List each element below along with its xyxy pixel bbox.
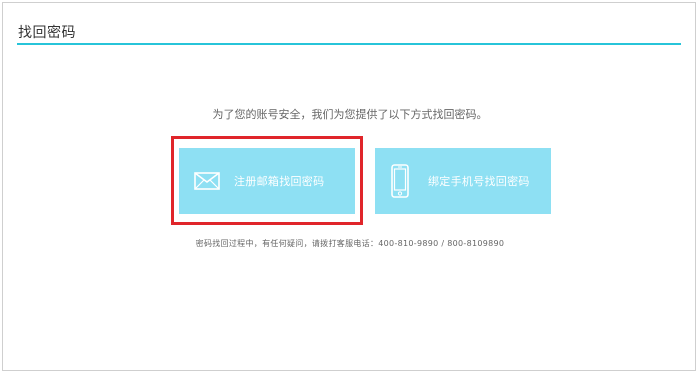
title-divider <box>17 43 681 45</box>
recovery-panel: 找回密码 为了您的账号安全，我们为您提供了以下方式找回密码。 注册邮箱找回密码 … <box>2 2 696 371</box>
page-title: 找回密码 <box>18 25 76 41</box>
envelope-icon <box>194 172 220 190</box>
email-recovery-button[interactable]: 注册邮箱找回密码 <box>179 148 355 214</box>
phone-recovery-label: 绑定手机号找回密码 <box>428 175 530 188</box>
phone-recovery-button[interactable]: 绑定手机号找回密码 <box>375 148 551 214</box>
email-recovery-label: 注册邮箱找回密码 <box>234 175 325 188</box>
intro-text: 为了您的账号安全，我们为您提供了以下方式找回密码。 <box>212 108 488 121</box>
support-hotline-text: 密码找回过程中，有任何疑问，请拨打客服电话：400-810-9890 / 800… <box>195 239 505 248</box>
mobile-phone-icon <box>391 164 409 198</box>
